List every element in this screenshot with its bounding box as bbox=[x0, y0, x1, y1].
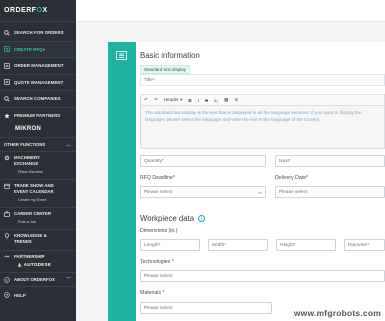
search-icon bbox=[4, 29, 10, 36]
info-icon bbox=[4, 276, 10, 283]
briefcase-icon bbox=[4, 211, 10, 217]
sidebar-item-search-companies[interactable]: SEARCH COMPANIES bbox=[0, 91, 76, 108]
sidebar-item-label: ORDER MANAGEMENT bbox=[14, 63, 64, 69]
undo-icon[interactable]: ↶ bbox=[144, 97, 148, 103]
italic-button[interactable]: I bbox=[198, 98, 199, 103]
quantity-input[interactable]: Quantity* bbox=[140, 155, 266, 167]
sidebar-item-premium-partners[interactable]: PREMIUM PARTNERS bbox=[0, 108, 76, 125]
sidebar-subitem-place-machine[interactable]: Place Machine bbox=[4, 167, 76, 176]
rfq-deadline-label: RFQ Deadline* bbox=[140, 175, 175, 181]
technologies-select[interactable]: Please select bbox=[140, 270, 385, 282]
sidebar-group-knowledge[interactable]: KNOWLEDGE & TRENDS bbox=[0, 230, 76, 251]
svg-text:?: ? bbox=[6, 294, 8, 298]
description-editor[interactable]: The standard text display is the text th… bbox=[140, 105, 385, 149]
bold-button[interactable]: B bbox=[188, 98, 191, 103]
sidebar-group-trade-show[interactable]: TRADE SHOW AND EVENT CALENDAR Create my … bbox=[0, 180, 76, 208]
next-input[interactable]: Next* bbox=[275, 155, 385, 167]
sidebar-item-order-management[interactable]: ORDER MANAGEMENT bbox=[0, 58, 76, 75]
sidebar-item-create-rfqs[interactable]: CREATE RFQs bbox=[0, 41, 76, 58]
lightbulb-icon bbox=[4, 233, 10, 239]
delivery-date-value: Please select bbox=[279, 189, 308, 195]
about-orderfox-header[interactable]: ABOUT ORDERFOX ﹀ bbox=[0, 273, 76, 287]
title-input[interactable]: Title* bbox=[140, 74, 385, 86]
help-icon: ? bbox=[4, 292, 10, 298]
sidebar-group-title: PARTNERSHIP bbox=[14, 254, 45, 259]
sidebar-group-title: CAREER CENTER bbox=[14, 211, 52, 216]
delivery-date-label: Delivery Date* bbox=[275, 175, 309, 181]
standard-text-display-tab[interactable]: Standard text display bbox=[140, 65, 191, 74]
subscript-button[interactable]: x₂ bbox=[214, 98, 218, 103]
sidebar-item-search-orders[interactable]: SEARCH FOR ORDERS bbox=[0, 25, 76, 42]
strike-button[interactable]: S bbox=[205, 98, 208, 103]
autodesk-partner-logo[interactable]: ◭ AUTODESK bbox=[4, 260, 76, 269]
gear-icon bbox=[4, 155, 10, 161]
watermark-text: www.mfgrobots.com bbox=[293, 308, 381, 318]
diameter-input[interactable]: Diameter* bbox=[344, 239, 385, 251]
sidebar-item-quote-management[interactable]: QUOTE MANAGEMENT bbox=[0, 75, 76, 91]
dimensions-label: Dimensions (in.) bbox=[140, 228, 178, 234]
sidebar-group-career[interactable]: CAREER CENTER Post a Job bbox=[0, 208, 76, 230]
calendar-icon bbox=[4, 183, 10, 189]
chevron-down-icon: ﹀ bbox=[65, 277, 71, 283]
basic-information-heading: Basic information bbox=[140, 51, 200, 60]
sidebar: ORDERFOX SEARCH FOR ORDERS CREATE RFQs O… bbox=[0, 0, 76, 321]
height-input[interactable]: Height* bbox=[276, 239, 336, 251]
info-icon[interactable]: i bbox=[198, 215, 206, 223]
redo-icon[interactable]: ↷ bbox=[154, 97, 158, 103]
header-select-label: Header bbox=[163, 97, 179, 102]
about-label: ABOUT ORDERFOX bbox=[14, 277, 55, 282]
other-functions-label: OTHER FUNCTIONS bbox=[4, 142, 46, 147]
sidebar-subitem-create-event[interactable]: Create my Event bbox=[4, 195, 76, 204]
sidebar-subitem-post-job[interactable]: Post a Job bbox=[4, 217, 76, 226]
delivery-date-select[interactable]: Please select bbox=[275, 186, 385, 198]
rfq-deadline-select[interactable]: Please select ▭ bbox=[140, 186, 266, 198]
top-bar bbox=[76, 0, 385, 22]
sidebar-item-label: SEARCH FOR ORDERS bbox=[14, 30, 64, 36]
menu-icon[interactable] bbox=[116, 51, 127, 60]
search-icon bbox=[4, 95, 10, 102]
rfq-deadline-value: Please select bbox=[144, 189, 173, 195]
sidebar-item-label: SEARCH COMPANIES bbox=[14, 96, 61, 102]
autodesk-triangle-icon: ◭ bbox=[18, 261, 22, 267]
clear-format-icon[interactable]: ⊘ bbox=[235, 97, 239, 103]
materials-select[interactable]: Please select bbox=[140, 302, 272, 314]
sidebar-group-machinery[interactable]: MACHINERY EXCHANGE Place Machine bbox=[0, 152, 76, 180]
materials-label: Materials * bbox=[140, 290, 165, 296]
sidebar-item-label: PREMIUM PARTNERS bbox=[14, 113, 61, 119]
chevron-up-icon: ︿ bbox=[65, 142, 71, 148]
sidebar-group-title: TRADE SHOW AND EVENT CALENDAR bbox=[14, 183, 54, 194]
handshake-icon bbox=[4, 254, 10, 260]
mikron-partner-logo[interactable]: MIKRON bbox=[0, 124, 76, 138]
list-icon bbox=[4, 79, 10, 85]
editor-text: The standard text display is the text th… bbox=[145, 110, 362, 122]
sidebar-item-label: HELP bbox=[14, 292, 26, 298]
logo-text: ORDERFOX bbox=[4, 7, 48, 14]
caret-down-icon: ▾ bbox=[180, 97, 183, 102]
rfq-form: Basic information Standard text display … bbox=[136, 42, 385, 321]
image-icon[interactable]: ▦ bbox=[224, 97, 228, 103]
sidebar-group-title: KNOWLEDGE & TRENDS bbox=[14, 233, 47, 244]
sidebar-group-title: MACHINERY EXCHANGE bbox=[14, 155, 40, 166]
header-select[interactable]: Header ▾ bbox=[164, 97, 183, 103]
width-input[interactable]: Width* bbox=[208, 239, 268, 251]
orderfox-logo[interactable]: ORDERFOX bbox=[0, 0, 76, 22]
list-icon bbox=[4, 63, 10, 69]
star-icon bbox=[4, 113, 10, 119]
sidebar-item-label: QUOTE MANAGEMENT bbox=[14, 79, 64, 85]
sidebar-group-partnership[interactable]: PARTNERSHIP ◭ AUTODESK bbox=[0, 251, 76, 273]
calendar-icon: ▭ bbox=[258, 190, 262, 195]
workpiece-data-heading: Workpiece data i bbox=[140, 214, 206, 223]
plus-icon bbox=[4, 46, 10, 52]
technologies-label: Technologies * bbox=[140, 259, 174, 265]
sidebar-item-label: CREATE RFQs bbox=[14, 46, 46, 52]
length-input[interactable]: Length* bbox=[140, 239, 200, 251]
form-side-strip bbox=[108, 42, 136, 321]
sidebar-item-help[interactable]: ? HELP bbox=[0, 287, 76, 304]
editor-toolbar: ↶ ↷ Header ▾ B I S x₂ ▦ ⊘ bbox=[140, 94, 385, 105]
other-functions-header[interactable]: OTHER FUNCTIONS ︿ bbox=[0, 138, 76, 152]
